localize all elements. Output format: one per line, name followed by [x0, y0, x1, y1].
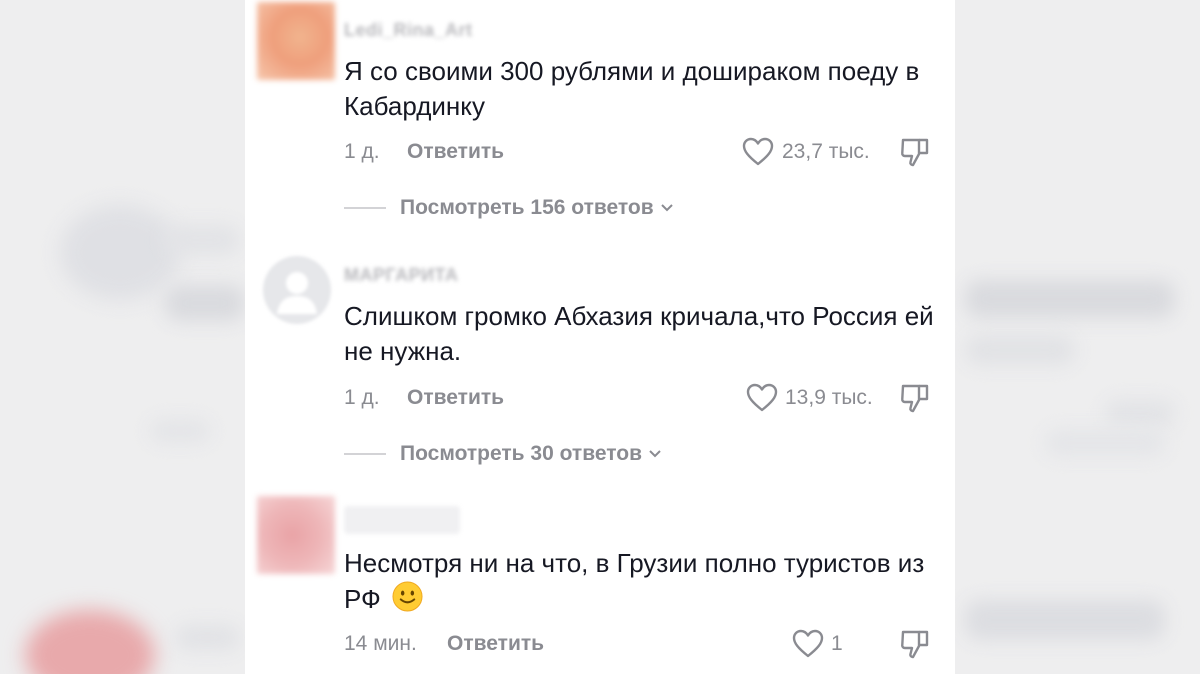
person-silhouette-icon [277, 272, 317, 314]
comment-time: 14 мин. [344, 632, 417, 655]
reply-button[interactable]: Ответить [407, 386, 504, 410]
avatar[interactable] [257, 2, 335, 80]
like-count: 23,7 тыс. [782, 140, 870, 163]
heart-outline-icon[interactable] [742, 137, 774, 167]
blurred-avatar [25, 610, 155, 674]
blurred-text [165, 285, 245, 321]
comment-text: Несмотря ни на что, в Грузии полно турис… [344, 546, 944, 617]
blurred-text [1105, 400, 1175, 426]
comment-text: Слишком громко Абхазия кричала,что Росси… [344, 301, 934, 366]
chevron-down-icon [660, 204, 673, 212]
thread-divider [344, 207, 386, 209]
blurred-avatar [60, 205, 180, 300]
reply-button[interactable]: Ответить [407, 140, 504, 164]
comment-time: 1 д. [344, 140, 380, 163]
thread-divider [344, 453, 386, 455]
heart-outline-icon[interactable] [792, 629, 824, 659]
comment-username[interactable] [344, 506, 460, 534]
comment-text: Я со своими 300 рублями и дошираком поед… [344, 56, 920, 121]
comment-username[interactable]: Ledi_Rina_Art [344, 20, 473, 41]
blurred-text [1045, 430, 1165, 456]
blurred-text [150, 420, 210, 442]
like-count: 1 [831, 632, 843, 655]
thumbs-down-icon[interactable] [900, 382, 930, 414]
comment-time: 1 д. [344, 386, 380, 409]
view-replies-label: Посмотреть 30 ответов [400, 442, 642, 465]
thumbs-down-icon[interactable] [900, 628, 930, 660]
comments-panel: Ledi_Rina_Art Я со своими 300 рублями и … [245, 0, 955, 674]
heart-outline-icon[interactable] [746, 383, 778, 413]
blurred-text [965, 280, 1175, 318]
reply-button[interactable]: Ответить [447, 632, 544, 656]
comment-username[interactable]: МАРГАРИТА [344, 265, 458, 286]
blurred-text [175, 625, 240, 650]
blurred-background-left [0, 0, 245, 674]
view-replies-label: Посмотреть 156 ответов [400, 196, 654, 219]
default-avatar[interactable] [263, 256, 331, 324]
blurred-text [965, 600, 1165, 640]
slightly-smiling-face-emoji [392, 581, 423, 612]
blurred-text [965, 335, 1075, 365]
view-replies-button[interactable]: Посмотреть 156 ответов [344, 193, 674, 223]
chevron-down-icon [649, 450, 661, 458]
blurred-text [165, 225, 240, 255]
comment-text-content: Несмотря ни на что, в Грузии полно турис… [344, 548, 925, 614]
view-replies-button[interactable]: Посмотреть 30 ответов [344, 439, 662, 469]
blurred-background-right [955, 0, 1200, 674]
like-count: 13,9 тыс. [785, 386, 873, 409]
thumbs-down-icon[interactable] [900, 136, 930, 168]
avatar[interactable] [257, 496, 335, 574]
